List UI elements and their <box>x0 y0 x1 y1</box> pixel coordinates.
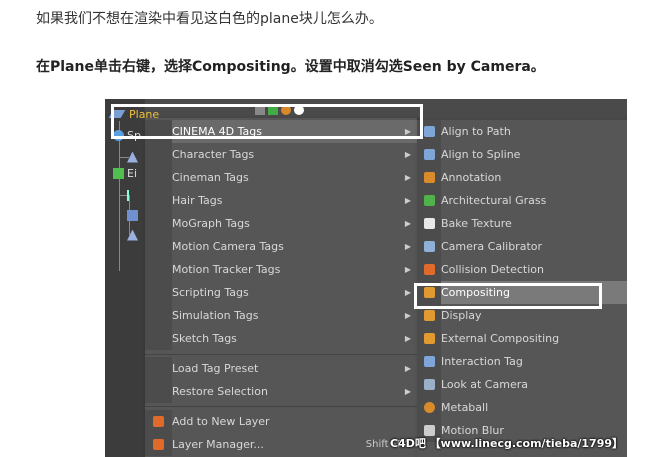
intro-text: 如果我们不想在渲染中看见这白色的plane块儿怎么办。 <box>36 11 383 27</box>
object-row-spline[interactable] <box>127 187 143 203</box>
align-spline-icon <box>423 149 435 160</box>
tag-label: Align to Path <box>441 125 511 138</box>
metaball-icon <box>423 402 435 413</box>
submenu-arrow-icon: ▶ <box>404 364 411 373</box>
display-icon <box>423 310 435 321</box>
menu-label: Sketch Tags <box>172 332 237 345</box>
tag-item-bake-texture[interactable]: Bake Texture <box>417 212 627 235</box>
tag-label: External Compositing <box>441 332 560 345</box>
annotation-icon <box>423 172 435 183</box>
menu-label: Load Tag Preset <box>172 362 259 375</box>
cone-icon <box>127 229 138 241</box>
submenu-arrow-icon: ▶ <box>404 219 411 228</box>
tag-item-align-to-path[interactable]: Align to Path <box>417 120 627 143</box>
menu-label: Cineman Tags <box>172 171 249 184</box>
object-label: Ei <box>127 166 138 180</box>
tag-label: Camera Calibrator <box>441 240 543 253</box>
interaction-icon <box>423 356 435 367</box>
submenu-arrow-icon: ▶ <box>404 387 411 396</box>
tag-item-align-to-spline[interactable]: Align to Spline <box>417 143 627 166</box>
tag-label: Architectural Grass <box>441 194 547 207</box>
tag-label: Align to Spline <box>441 148 521 161</box>
watermark: C4D吧 【www.linecg.com/tieba/1799】 <box>389 437 623 450</box>
tag-item-collision-detection[interactable]: Collision Detection <box>417 258 627 281</box>
menu-separator <box>145 354 417 355</box>
tag-item-metaball[interactable]: Metaball <box>417 396 627 419</box>
menu-item-load-tag-preset[interactable]: Load Tag Preset ▶ <box>145 357 417 380</box>
spline-icon <box>127 189 140 201</box>
menu-label: Layer Manager... <box>172 438 264 451</box>
cloner-icon <box>127 209 138 221</box>
object-manager: Sp Ei <box>105 99 145 457</box>
collision-icon <box>423 264 435 275</box>
tag-label: Bake Texture <box>441 217 512 230</box>
object-row-child[interactable] <box>127 149 141 165</box>
menu-label: Motion Tracker Tags <box>172 263 281 276</box>
menu-label: Motion Camera Tags <box>172 240 284 253</box>
tag-label: Interaction Tag <box>441 355 523 368</box>
look-at-camera-icon <box>423 379 435 390</box>
menu-label: Simulation Tags <box>172 309 259 322</box>
submenu-arrow-icon: ▶ <box>404 196 411 205</box>
menu-item-scripting-tags[interactable]: Scripting Tags ▶ <box>145 281 417 304</box>
tag-item-look-at-camera[interactable]: Look at Camera <box>417 373 627 396</box>
menu-label: Scripting Tags <box>172 286 249 299</box>
menu-item-add-to-new-layer[interactable]: Add to New Layer <box>145 410 417 433</box>
tag-item-architectural-grass[interactable]: Architectural Grass <box>417 189 627 212</box>
menu-item-simulation-tags[interactable]: Simulation Tags ▶ <box>145 304 417 327</box>
menu-item-sketch-tags[interactable]: Sketch Tags ▶ <box>145 327 417 350</box>
tag-item-annotation[interactable]: Annotation <box>417 166 627 189</box>
menu-label: Restore Selection <box>172 385 268 398</box>
submenu-arrow-icon: ▶ <box>404 150 411 159</box>
tag-item-external-compositing[interactable]: External Compositing <box>417 327 627 350</box>
menu-separator <box>145 406 417 407</box>
submenu-arrow-icon: ▶ <box>404 242 411 251</box>
highlight-frame-plane <box>111 104 423 139</box>
grass-icon <box>423 195 435 206</box>
menu-label: Hair Tags <box>172 194 223 207</box>
tag-label: Display <box>441 309 482 322</box>
context-menu: CINEMA 4D Tags ▶ Character Tags ▶ Cineman … <box>145 118 418 457</box>
highlight-frame-compositing <box>414 283 602 309</box>
menu-item-character-tags[interactable]: Character Tags ▶ <box>145 143 417 166</box>
menu-item-cineman-tags[interactable]: Cineman Tags ▶ <box>145 166 417 189</box>
menu-item-motion-tracker-tags[interactable]: Motion Tracker Tags ▶ <box>145 258 417 281</box>
tag-label: Metaball <box>441 401 489 414</box>
tag-item-camera-calibrator[interactable]: Camera Calibrator <box>417 235 627 258</box>
menu-label: Character Tags <box>172 148 255 161</box>
menu-item-restore-selection[interactable]: Restore Selection ▶ <box>145 380 417 403</box>
align-path-icon <box>423 126 435 137</box>
tag-label: Annotation <box>441 171 502 184</box>
bake-texture-icon <box>423 218 435 229</box>
external-compositing-icon <box>423 333 435 344</box>
layer-manager-icon <box>153 439 164 450</box>
submenu-arrow-icon: ▶ <box>404 173 411 182</box>
menu-item-motion-camera-tags[interactable]: Motion Camera Tags ▶ <box>145 235 417 258</box>
submenu-arrow-icon: ▶ <box>404 334 411 343</box>
menu-label: MoGraph Tags <box>172 217 250 230</box>
submenu-arrow-icon: ▶ <box>404 311 411 320</box>
c4d-screenshot: Sp Ei Plane CINEMA 4D Tags ▶ Character Ta… <box>105 99 627 457</box>
menu-label: Add to New Layer <box>172 415 270 428</box>
object-row-cone[interactable] <box>127 227 141 243</box>
menu-item-mograph-tags[interactable]: MoGraph Tags ▶ <box>145 212 417 235</box>
object-row-cloner[interactable] <box>127 207 141 223</box>
submenu-arrow-icon: ▶ <box>404 265 411 274</box>
menu-item-hair-tags[interactable]: Hair Tags ▶ <box>145 189 417 212</box>
cone-icon <box>127 151 138 163</box>
emitter-icon <box>113 167 124 179</box>
submenu-arrow-icon: ▶ <box>404 288 411 297</box>
menu-item-layer-manager[interactable]: Layer Manager... Shift+F4 <box>145 433 417 456</box>
tag-item-interaction-tag[interactable]: Interaction Tag <box>417 350 627 373</box>
tag-label: Collision Detection <box>441 263 545 276</box>
object-row-emitter[interactable]: Ei <box>113 165 137 181</box>
add-layer-icon <box>153 416 164 427</box>
camera-calibrator-icon <box>423 241 435 252</box>
tag-label: Look at Camera <box>441 378 528 391</box>
instruction-text: 在Plane单击右键，选择Compositing。设置中取消勾选Seen by … <box>36 59 545 75</box>
